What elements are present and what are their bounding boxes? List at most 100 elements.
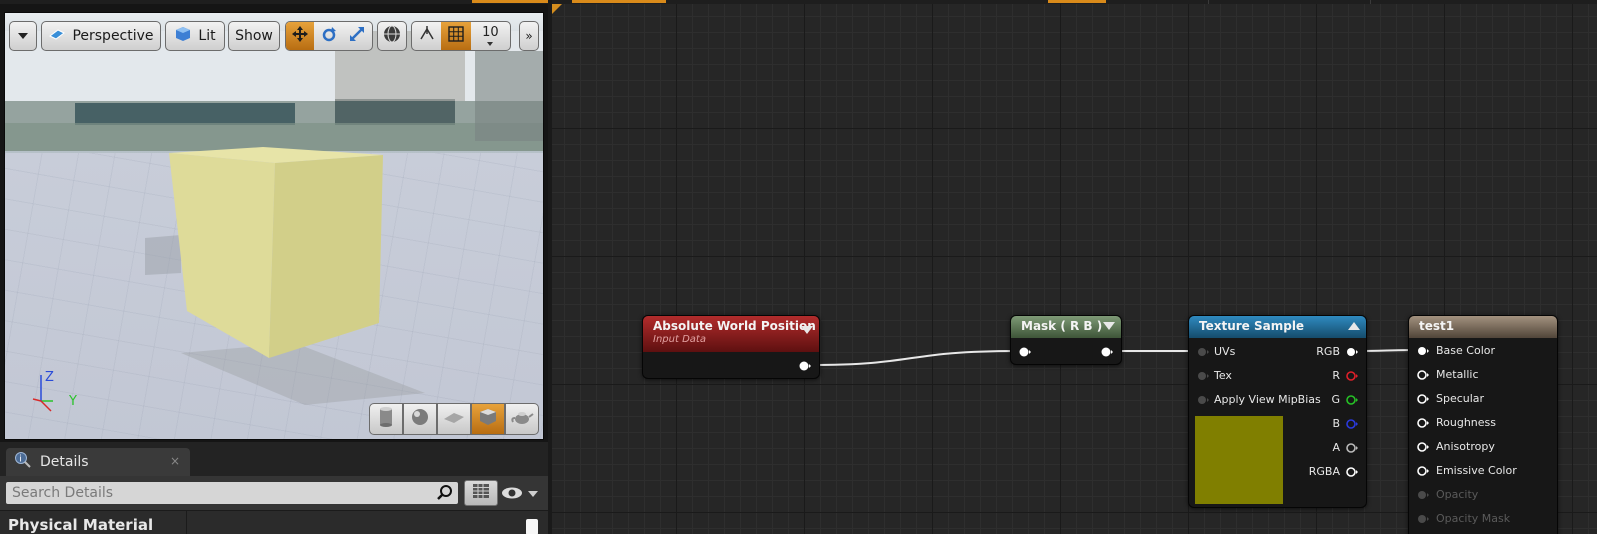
plane-icon — [442, 407, 466, 431]
collapse-arrow-icon[interactable] — [1103, 322, 1115, 330]
material-result-node[interactable]: test1 Base Color Metallic Specular Roughnes… — [1408, 315, 1558, 534]
texture-sample-header[interactable]: Texture Sample — [1189, 316, 1366, 338]
texture-input-label: UVs — [1214, 345, 1236, 358]
preview-viewport[interactable]: Perspective Lit Show 10 » Z Y — [4, 12, 544, 440]
scale-icon — [348, 25, 366, 47]
rotate-icon — [320, 25, 338, 47]
viewport-options-button[interactable] — [9, 21, 37, 51]
material-input-label: Metallic — [1436, 368, 1479, 381]
material-input-pin-base-color[interactable] — [1417, 345, 1429, 357]
scale-mode-button[interactable] — [343, 22, 372, 50]
details-tab[interactable]: i Details × — [6, 448, 190, 476]
grid-snap-value: 10 — [482, 25, 499, 40]
perspective-button[interactable]: Perspective — [41, 21, 161, 51]
lit-button[interactable]: Lit — [165, 21, 225, 51]
material-input-pin-specular[interactable] — [1417, 393, 1429, 405]
show-button[interactable]: Show — [228, 21, 280, 51]
material-input-label: Opacity — [1436, 488, 1479, 501]
texture-output-label: RGBA — [1308, 465, 1340, 478]
mask-node[interactable]: Mask ( R B ) — [1010, 315, 1122, 365]
texture-output-pin-rgba[interactable] — [1346, 466, 1358, 478]
material-result-header[interactable]: test1 — [1409, 316, 1557, 338]
grid-snap-toggle[interactable] — [441, 22, 471, 50]
physical-material-label: Physical Material — [8, 516, 154, 534]
property-matrix-button[interactable] — [464, 480, 498, 506]
material-input-label: Specular — [1436, 392, 1485, 405]
wire-absolute-to-mask — [807, 350, 1019, 366]
cylinder-icon — [376, 406, 396, 432]
lit-label: Lit — [198, 28, 216, 44]
view-options-button[interactable] — [500, 484, 544, 504]
material-input-label: Opacity Mask — [1436, 512, 1511, 525]
top-tab-highlight[interactable] — [472, 0, 548, 3]
preview-plane-button[interactable] — [437, 403, 471, 435]
material-input-pin-anisotropy[interactable] — [1417, 441, 1429, 453]
output-pin[interactable] — [799, 360, 811, 372]
node-title: test1 — [1419, 319, 1455, 333]
material-input-label: Emissive Color — [1436, 464, 1517, 477]
material-input-pin-roughness[interactable] — [1417, 417, 1429, 429]
top-tab-highlight[interactable] — [572, 0, 666, 3]
top-tab-highlight[interactable] — [1048, 0, 1106, 3]
surface-snap-button[interactable] — [412, 22, 441, 50]
absolute-world-position-node[interactable]: Absolute World Position Input Data — [642, 315, 820, 379]
search-details-input[interactable]: Search Details — [6, 482, 458, 504]
sphere-icon — [409, 406, 431, 432]
coordinate-system-button[interactable] — [377, 21, 407, 51]
details-panel: i Details × Search Details Physical Mate… — [0, 442, 548, 534]
preview-cube-button[interactable] — [471, 403, 505, 435]
preview-sphere-button[interactable] — [403, 403, 437, 435]
texture-output-label: G — [1331, 393, 1340, 406]
physical-material-category[interactable]: Physical Material — [0, 510, 548, 534]
chevron-down-icon — [487, 42, 494, 46]
texture-input-pin-uvs[interactable] — [1197, 346, 1209, 358]
texture-output-label: R — [1332, 369, 1340, 382]
translate-mode-button[interactable] — [286, 22, 315, 50]
texture-output-pin-b[interactable] — [1346, 418, 1358, 430]
preview-cylinder-button[interactable] — [369, 403, 403, 435]
surface-snap-icon — [418, 25, 436, 47]
table-grid-icon — [472, 483, 490, 503]
close-icon[interactable]: × — [170, 454, 180, 468]
texture-output-pin-r[interactable] — [1346, 370, 1358, 382]
transform-mode-group — [285, 21, 373, 51]
svg-text:i: i — [19, 455, 22, 465]
texture-input-pin-apply-view-mipbias[interactable] — [1197, 394, 1209, 406]
value-swatch[interactable] — [526, 519, 538, 534]
material-input-pin-metallic[interactable] — [1417, 369, 1429, 381]
material-graph-canvas[interactable]: Absolute World Position Input Data Mask … — [552, 4, 1597, 534]
collapse-arrow-icon[interactable] — [801, 326, 813, 334]
texture-output-pin-rgb[interactable] — [1346, 346, 1358, 358]
texture-output-pin-g[interactable] — [1346, 394, 1358, 406]
texture-output-label: A — [1332, 441, 1340, 454]
perspective-icon — [48, 27, 66, 45]
input-pin[interactable] — [1019, 346, 1031, 358]
snap-group: 10 — [411, 21, 511, 51]
texture-output-pin-a[interactable] — [1346, 442, 1358, 454]
material-input-pin-emissive-color[interactable] — [1417, 465, 1429, 477]
viewport-toolbar: Perspective Lit Show 10 » — [5, 19, 543, 51]
toolbar-overflow-button[interactable]: » — [519, 21, 539, 51]
globe-icon — [382, 24, 402, 48]
material-editor: Perspective Lit Show 10 » Z Y i Details … — [0, 0, 1597, 534]
grid-snap-value-dropdown[interactable]: 10 — [471, 22, 510, 50]
chevron-down-icon — [18, 33, 28, 39]
details-tab-label: Details — [40, 454, 89, 470]
details-body: Search Details Physical Material — [0, 476, 548, 534]
grid-icon — [447, 25, 465, 47]
collapse-arrow-icon[interactable] — [1348, 322, 1360, 330]
lit-cube-icon — [174, 25, 192, 47]
absolute-world-position-header[interactable]: Absolute World Position Input Data — [643, 316, 819, 352]
material-input-pin-opacity-mask[interactable] — [1417, 513, 1429, 525]
texture-sample-node[interactable]: Texture Sample UVs Tex Apply View MipBias … — [1188, 315, 1367, 508]
eye-icon — [500, 485, 524, 504]
preview-teapot-button[interactable] — [505, 403, 539, 435]
material-input-pin-opacity[interactable] — [1417, 489, 1429, 501]
teapot-icon — [510, 406, 534, 432]
texture-output-label: RGB — [1316, 345, 1340, 358]
texture-input-pin-tex[interactable] — [1197, 370, 1209, 382]
node-title: Mask ( R B ) — [1021, 319, 1103, 333]
rotate-mode-button[interactable] — [314, 22, 342, 50]
search-placeholder: Search Details — [12, 485, 114, 501]
output-pin[interactable] — [1101, 346, 1113, 358]
